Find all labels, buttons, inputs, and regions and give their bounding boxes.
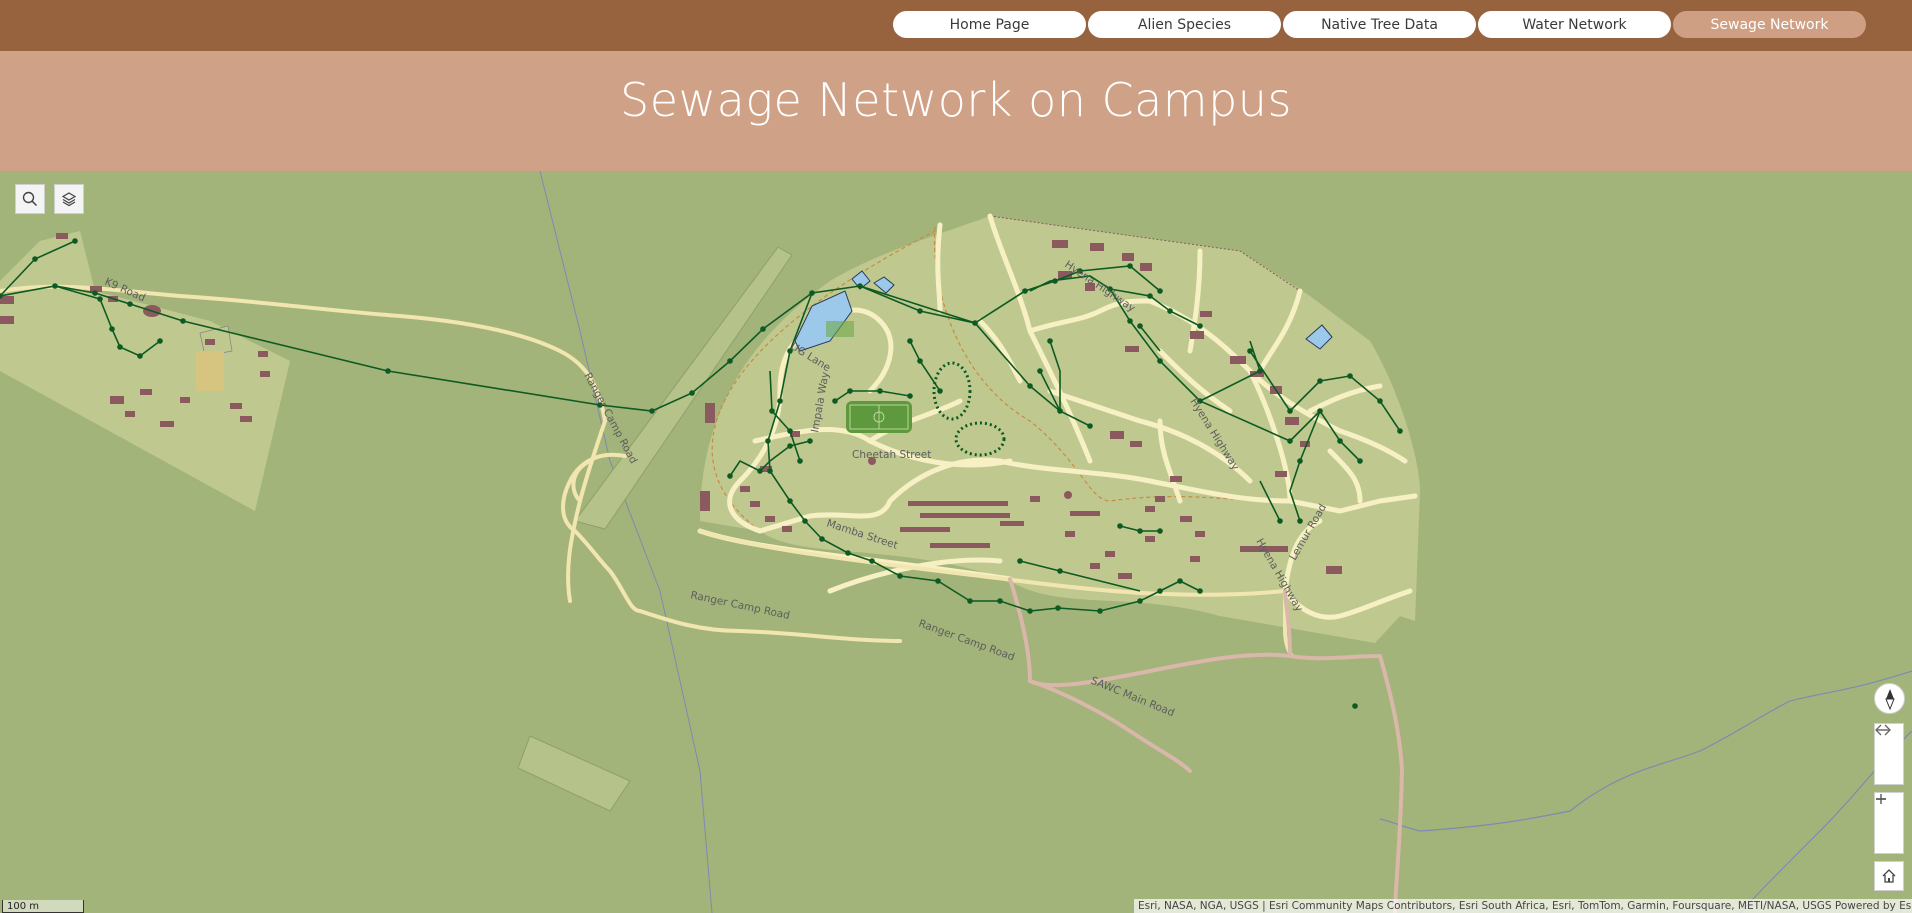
arrow-right-icon	[1876, 724, 1891, 736]
small-building-2	[1064, 491, 1072, 499]
nav-alien-species[interactable]: Alien Species	[1088, 11, 1281, 38]
road-label-cheetah: Cheetah Street	[852, 449, 931, 461]
page-banner: Sewage Network on Campus	[0, 51, 1912, 171]
map-view[interactable]: Cheetah Street Hyena Highway Hyena Highw…	[0, 171, 1912, 913]
zoom-controls	[1874, 792, 1904, 854]
search-icon	[22, 191, 38, 207]
next-extent-button[interactable]	[1875, 724, 1903, 784]
nav-water-network[interactable]: Water Network	[1478, 11, 1671, 38]
home-button[interactable]	[1874, 861, 1904, 891]
top-bar: Home Page Alien Species Native Tree Data…	[0, 0, 1912, 51]
river-line	[1379, 670, 1912, 832]
road-label-ranger-1: Ranger Camp Road	[581, 371, 639, 466]
nav-home[interactable]: Home Page	[893, 11, 1086, 38]
west-yard	[196, 351, 224, 391]
map-attribution: Esri, NASA, NGA, USGS | Esri Community M…	[1134, 899, 1912, 913]
home-icon	[1882, 869, 1896, 883]
lower-field	[517, 735, 631, 812]
road-label-ranger-2: Ranger Camp Road	[689, 589, 791, 622]
layers-button[interactable]	[54, 184, 84, 214]
compass-button[interactable]	[1874, 683, 1905, 714]
history-controls	[1874, 723, 1904, 785]
compass-icon	[1884, 688, 1895, 710]
green-patch	[826, 321, 854, 337]
fence-line	[539, 171, 713, 913]
nav-native-tree-data[interactable]: Native Tree Data	[1283, 11, 1476, 38]
west-camp-area	[0, 231, 290, 511]
nav-sewage-network[interactable]: Sewage Network	[1673, 11, 1866, 38]
zoom-out-button[interactable]	[1875, 798, 1903, 853]
layers-icon	[61, 192, 77, 207]
page-title: Sewage Network on Campus	[620, 73, 1292, 127]
nav-bar: Home Page Alien Species Native Tree Data…	[893, 11, 1866, 38]
map-canvas[interactable]: Cheetah Street Hyena Highway Hyena Highw…	[0, 171, 1912, 913]
road-label-ranger-3: Ranger Camp Road	[917, 618, 1016, 664]
minus-icon	[1876, 798, 1886, 800]
search-button[interactable]	[15, 184, 45, 214]
scale-bar: 100 m	[2, 900, 84, 913]
